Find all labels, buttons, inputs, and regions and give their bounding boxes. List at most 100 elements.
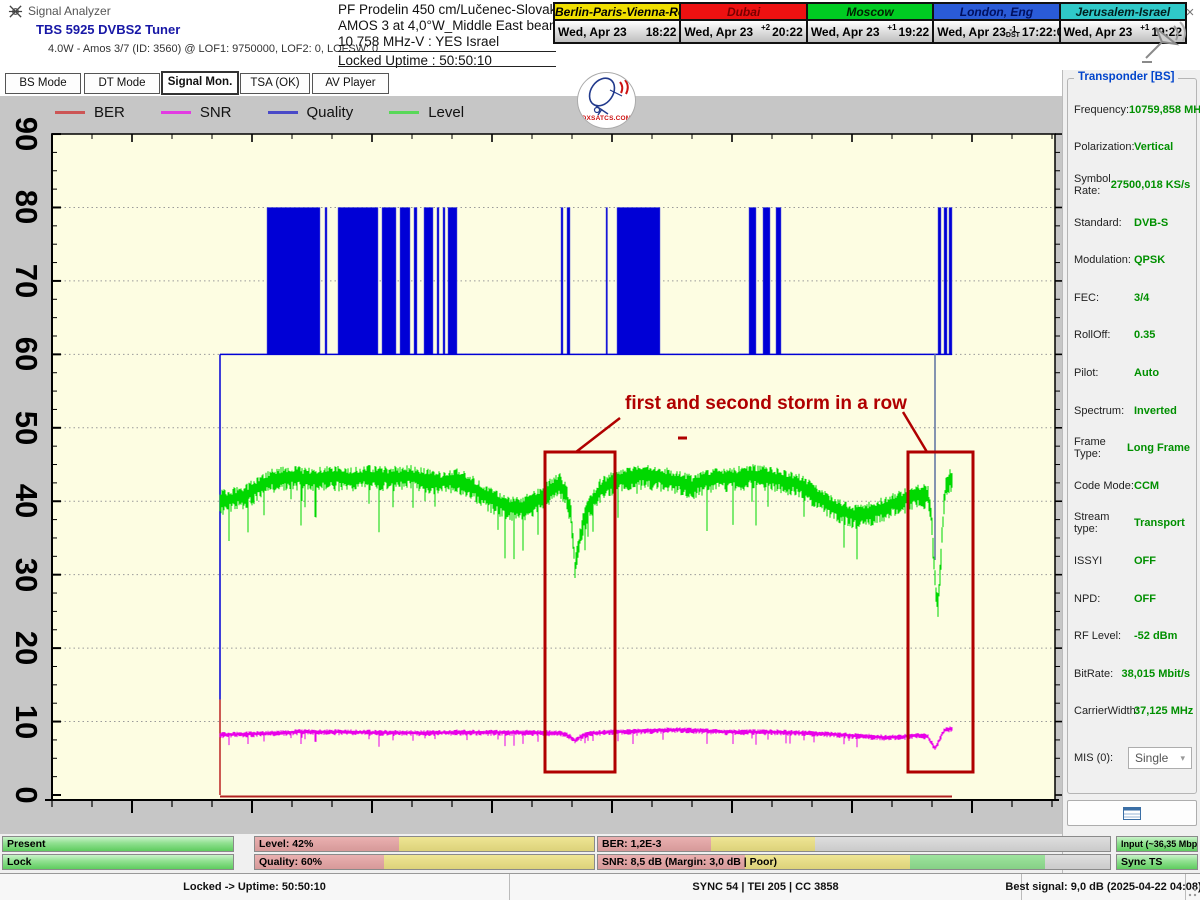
transponder-row-stream-type: Stream type: Transport xyxy=(1068,505,1196,543)
chevron-down-icon: ▾ xyxy=(1180,753,1185,764)
status-uptime: Locked -> Uptime: 50:50:10 xyxy=(0,874,510,900)
mode-tabbar: BS Mode DT Mode Signal Mon. TSA (OK) AV … xyxy=(0,70,1062,96)
clock-city-label: Dubai xyxy=(681,4,805,21)
world-clocks: Berlin-Paris-Vienna-Roma Wed, Apr 2318:2… xyxy=(553,2,1187,44)
status-bar: Locked -> Uptime: 50:50:10 SYNC 54 | TEI… xyxy=(0,873,1200,900)
quality-burst-6 xyxy=(424,207,433,354)
transponder-row-carrierwidth: CarrierWidth: 37,125 MHz xyxy=(1068,693,1196,731)
clock-utc-offset: +1 xyxy=(887,23,896,32)
transponder-label-standard: Standard: xyxy=(1074,217,1134,229)
panel-button[interactable] xyxy=(1067,800,1197,826)
clock-time: 20:22 xyxy=(772,25,803,39)
legend-line-ber xyxy=(55,111,85,114)
status-sync-counters: SYNC 54 | TEI 205 | CC 3858 xyxy=(510,874,1022,900)
window-grid-icon xyxy=(1123,807,1141,820)
quality-burst-5 xyxy=(414,207,417,354)
meter-segment xyxy=(1045,855,1110,869)
transponder-row-polarization: Polarization: Vertical xyxy=(1068,129,1196,167)
transponder-value-bitrate: 38,015 Mbit/s xyxy=(1122,668,1190,680)
transponder-value-carrierwidth: 37,125 MHz xyxy=(1134,705,1193,717)
transponder-row-code-mode: Code Mode: CCM xyxy=(1068,467,1196,505)
mis-label: MIS (0): xyxy=(1074,752,1128,764)
legend-item-ber: BER xyxy=(55,104,125,121)
tuner-config: 4.0W - Amos 3/7 (ID: 3560) @ LOF1: 97500… xyxy=(48,43,378,55)
legend-line-level xyxy=(389,111,419,114)
dxsatcs-logo: DXSATCS.COM xyxy=(577,72,636,129)
transponder-label-bitrate: BitRate: xyxy=(1074,668,1122,680)
transponder-label-code-mode: Code Mode: xyxy=(1074,480,1134,492)
meter-segment xyxy=(711,837,815,851)
clock-city-label: Moscow xyxy=(808,4,932,21)
transponder-row-frame-type: Frame Type: Long Frame xyxy=(1068,429,1196,467)
transponder-row-modulation: Modulation: QPSK xyxy=(1068,241,1196,279)
level-meter: Level: 42% xyxy=(254,836,595,852)
tab-dt-mode[interactable]: DT Mode xyxy=(84,73,160,94)
status-best-signal: Best signal: 9,0 dB (2025-04-22 04:08) xyxy=(1022,874,1186,900)
meter-segment xyxy=(384,855,594,869)
transponder-value-polarization: Vertical xyxy=(1134,141,1190,153)
app-icon xyxy=(8,4,23,19)
quality-burst-7 xyxy=(437,207,439,354)
satellite-dish-icon xyxy=(1136,14,1188,66)
chart-legend: BER SNR Quality Level xyxy=(55,104,500,121)
transponder-label-frequency: Frequency: xyxy=(1074,104,1129,116)
meter-segment xyxy=(910,855,1045,869)
transponder-row-pilot: Pilot: Auto xyxy=(1068,354,1196,392)
transponder-label-pilot: Pilot: xyxy=(1074,367,1134,379)
clock-date: Wed, Apr 23 xyxy=(811,25,888,39)
antenna-info: PF Prodelin 450 cm/Lučenec-Slovakia AMOS… xyxy=(338,2,556,69)
header: Signal Analyzer TBS 5925 DVBS2 Tuner 4.0… xyxy=(0,0,1200,70)
header-info-line-1: PF Prodelin 450 cm/Lučenec-Slovakia xyxy=(338,2,556,18)
mis-select[interactable]: Single ▾ xyxy=(1128,747,1192,769)
clock-city-label: London, Eng xyxy=(934,4,1058,21)
transponder-row-bitrate: BitRate: 38,015 Mbit/s xyxy=(1068,655,1196,693)
transponder-value-rolloff: 0.35 xyxy=(1134,329,1190,341)
status-corner xyxy=(1186,874,1200,900)
quality-burst-3 xyxy=(382,207,396,354)
legend-item-quality: Quality xyxy=(268,104,354,121)
transponder-rows: Frequency: 10759,858 MHz Polarization: V… xyxy=(1068,91,1196,730)
transponder-row-npd: NPD: OFF xyxy=(1068,580,1196,618)
tab-av-player[interactable]: AV Player xyxy=(312,73,389,94)
clock-date: Wed, Apr 23 xyxy=(937,25,1006,39)
clock-dst-flag: -1DST xyxy=(1006,27,1020,39)
transponder-row-fec: FEC: 3/4 xyxy=(1068,279,1196,317)
mis-value: Single xyxy=(1135,751,1168,765)
resize-grip[interactable] xyxy=(1188,888,1197,897)
quality-burst-1 xyxy=(325,207,327,354)
transponder-label-spectrum: Spectrum: xyxy=(1074,405,1134,417)
close-icon[interactable]: × xyxy=(1183,6,1197,20)
clock-london: London, Eng Wed, Apr 23-1DST17:22:05 xyxy=(934,4,1060,42)
quality-meter: Quality: 60% xyxy=(254,854,595,870)
transponder-label-npd: NPD: xyxy=(1074,593,1134,605)
transponder-label-modulation: Modulation: xyxy=(1074,254,1134,266)
meter-segment xyxy=(399,837,594,851)
header-divider xyxy=(338,51,556,52)
quality-burst-15 xyxy=(763,207,770,354)
tab-signal-mon[interactable]: Signal Mon. xyxy=(161,71,239,95)
tuner-name: TBS 5925 DVBS2 Tuner xyxy=(36,22,180,37)
quality-burst-2 xyxy=(338,207,378,354)
transponder-label-symbol-rate: Symbol Rate: xyxy=(1074,173,1111,197)
legend-item-snr: SNR xyxy=(161,104,232,121)
quality-burst-17 xyxy=(938,207,941,354)
transponder-value-modulation: QPSK xyxy=(1134,254,1190,266)
header-info-line-2: AMOS 3 at 4,0°W_Middle East beam xyxy=(338,18,556,34)
chart-plot xyxy=(40,130,1062,822)
quality-burst-18 xyxy=(944,207,947,354)
mis-row: MIS (0): Single ▾ xyxy=(1074,747,1192,769)
input-indicator: Input (~36,35 Mbps) xyxy=(1116,836,1198,852)
transponder-label-polarization: Polarization: xyxy=(1074,141,1134,153)
snr-meter: SNR: 8,5 dB (Margin: 3,0 dB | Poor) xyxy=(597,854,1111,870)
tab-tsa[interactable]: TSA (OK) xyxy=(240,73,310,94)
transponder-label-issyi: ISSYI xyxy=(1074,555,1134,567)
header-bottom-divider xyxy=(338,66,556,67)
transponder-groupbox: Transponder [BS] Frequency: 10759,858 MH… xyxy=(1067,78,1197,794)
quality-burst-13 xyxy=(617,207,660,354)
clock-date: Wed, Apr 23 xyxy=(684,25,761,39)
transponder-value-npd: OFF xyxy=(1134,593,1190,605)
tab-bs-mode[interactable]: BS Mode xyxy=(5,73,81,94)
lock-indicator: Lock xyxy=(2,854,234,870)
present-indicator: Present xyxy=(2,836,234,852)
signal-analyzer-window: Signal Analyzer TBS 5925 DVBS2 Tuner 4.0… xyxy=(0,0,1200,900)
